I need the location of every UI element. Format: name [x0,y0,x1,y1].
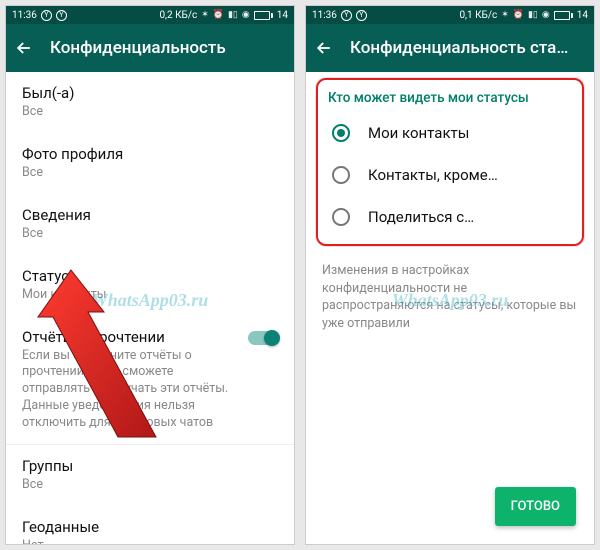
appbar-title: Конфиденциальность [50,38,226,58]
radio-icon [332,166,350,184]
section-title: Кто может видеть мои статусы [318,86,582,112]
status-bar: 11:36 Y Y 0,1 КБ/с ✶ ⏰ ▮▯ ◉ 14 [306,6,594,24]
radio-option-share-with[interactable]: Поделиться с… [318,196,582,238]
status-time: 11:36 [12,10,37,21]
watermark: WhatsApp03.ru [392,290,509,311]
setting-title: Был(-а) [22,84,278,102]
setting-value: Все [22,477,278,494]
setting-title: Фото профиля [22,145,278,163]
annotation-highlight-box: Кто может видеть мои статусы Мои контакт… [316,78,584,246]
toggle-switch[interactable] [248,331,278,345]
settings-list: Был(-а) Все Фото профиля Все Сведения Вс… [6,72,294,544]
setting-live-location[interactable]: Геоданные Нет [6,506,294,544]
setting-profile-photo[interactable]: Фото профиля Все [6,133,294,194]
radio-icon [332,208,350,226]
alarm-icon: ⏰ [513,10,524,20]
setting-title: Сведения [22,206,278,224]
battery-icon [554,11,573,20]
status-icon: Y [41,10,52,21]
app-bar: Конфиденциальность ста… [306,24,594,72]
setting-title: Группы [22,457,278,475]
signal-icon: ▮▯ [528,10,538,20]
net-speed: 0,2 КБ/с [159,10,197,21]
wifi-icon: ◉ [542,10,550,20]
radio-label: Поделиться с… [368,208,474,226]
signal-icon: ▮▯ [228,10,238,20]
net-speed: 0,1 КБ/с [459,10,497,21]
battery-pct: 14 [577,10,588,21]
setting-value: Нет [22,538,278,544]
status-bar: 11:36 Y Y 0,2 КБ/с ✶ ⏰ ▮▯ ◉ 14 [6,6,294,24]
radio-icon [332,124,350,142]
wifi-icon: ◉ [242,10,250,20]
back-icon[interactable] [14,38,34,58]
done-button-label: ГОТОВО [511,499,560,514]
battery-pct: 14 [277,10,288,21]
bluetooth-icon: ✶ [501,10,509,20]
radio-label: Контакты, кроме… [368,166,498,184]
watermark: WhatsApp03.ru [92,290,209,311]
status-icon: Y [341,10,352,21]
setting-description: Если вы отключите отчёты о прочтении, то… [22,348,240,432]
setting-title: Отчёты о прочтении [22,328,240,346]
setting-last-seen[interactable]: Был(-а) Все [6,72,294,133]
battery-icon [254,11,273,20]
app-bar: Конфиденциальность [6,24,294,72]
phone-left: 11:36 Y Y 0,2 КБ/с ✶ ⏰ ▮▯ ◉ 14 Конфиденц… [5,5,295,545]
radio-label: Мои контакты [368,124,469,142]
done-button[interactable]: ГОТОВО [495,487,576,526]
setting-read-receipts[interactable]: Отчёты о прочтении Если вы отключите отч… [6,316,294,444]
phone-right: 11:36 Y Y 0,1 КБ/с ✶ ⏰ ▮▯ ◉ 14 Конфиденц… [305,5,595,545]
status-icon: Y [356,10,367,21]
back-icon[interactable] [314,38,334,58]
alarm-icon: ⏰ [213,10,224,20]
radio-option-contacts-except[interactable]: Контакты, кроме… [318,154,582,196]
radio-option-my-contacts[interactable]: Мои контакты [318,112,582,154]
setting-groups[interactable]: Группы Все [6,445,294,506]
status-privacy-content: Кто может видеть мои статусы Мои контакт… [306,72,594,544]
setting-value: Все [22,165,278,182]
setting-value: Все [22,226,278,243]
setting-about[interactable]: Сведения Все [6,194,294,255]
setting-title: Статус [22,267,278,285]
setting-value: Все [22,104,278,121]
setting-title: Геоданные [22,518,278,536]
status-time: 11:36 [312,10,337,21]
appbar-title: Конфиденциальность ста… [350,38,568,58]
status-icon: Y [56,10,67,21]
bluetooth-icon: ✶ [201,10,209,20]
